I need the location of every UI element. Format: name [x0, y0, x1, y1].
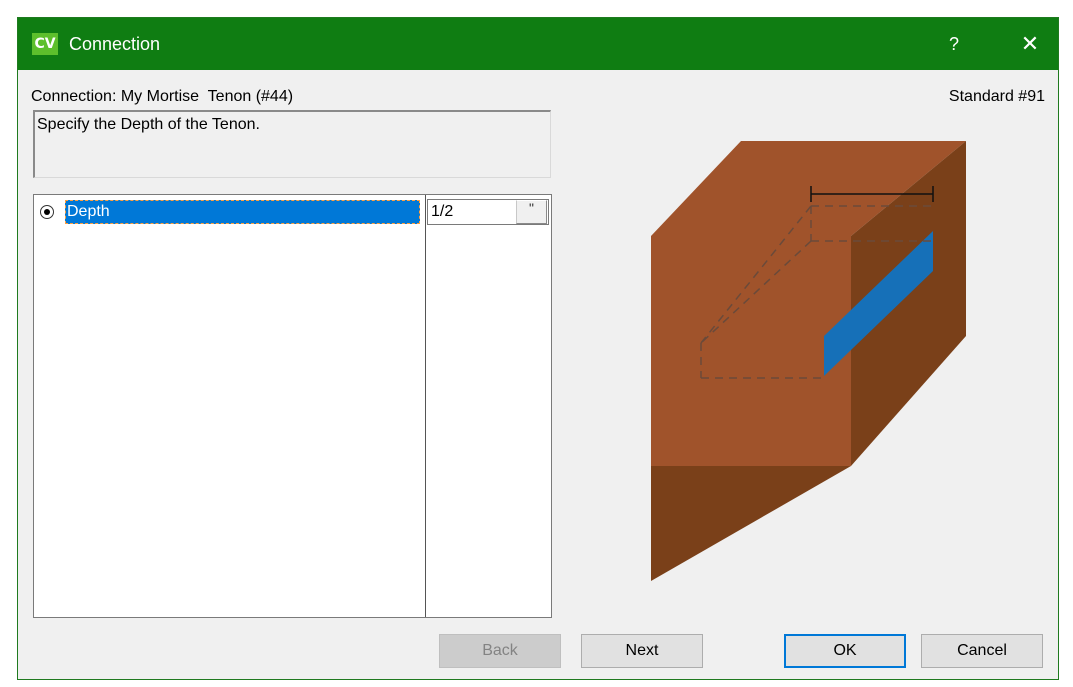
description-text: Specify the Depth of the Tenon.	[37, 116, 260, 133]
close-icon[interactable]: ✕	[1016, 31, 1044, 57]
radio-selected-dot	[44, 209, 50, 215]
column-divider	[425, 195, 426, 617]
connection-dialog: CV Connection ? ✕ Connection: My Mortise…	[17, 17, 1059, 680]
title-bar[interactable]: CV Connection ? ✕	[18, 18, 1058, 70]
wood-front-face	[651, 236, 851, 466]
help-button[interactable]: ?	[942, 31, 966, 57]
next-button[interactable]: Next	[581, 634, 703, 668]
app-logo-icon: CV	[32, 33, 58, 55]
value-options-button[interactable]: "	[516, 200, 547, 224]
tenon-illustration	[651, 141, 966, 581]
wood-bottom-face	[651, 466, 851, 581]
connection-label: Connection: My Mortise Tenon (#44)	[31, 88, 294, 105]
back-button[interactable]: Back	[439, 634, 561, 668]
description-box: Specify the Depth of the Tenon.	[33, 110, 551, 178]
parameter-list[interactable]: Depth 1/2 "	[33, 194, 552, 618]
ok-button[interactable]: OK	[784, 634, 906, 668]
parameter-value-field[interactable]: 1/2 "	[427, 199, 549, 225]
parameter-radio[interactable]	[40, 205, 54, 219]
cancel-button[interactable]: Cancel	[921, 634, 1043, 668]
parameter-value-text[interactable]: 1/2	[431, 201, 453, 223]
window-title: Connection	[69, 34, 161, 54]
parameter-name-depth[interactable]: Depth	[65, 200, 420, 224]
standard-label: Standard #91	[948, 88, 1045, 105]
